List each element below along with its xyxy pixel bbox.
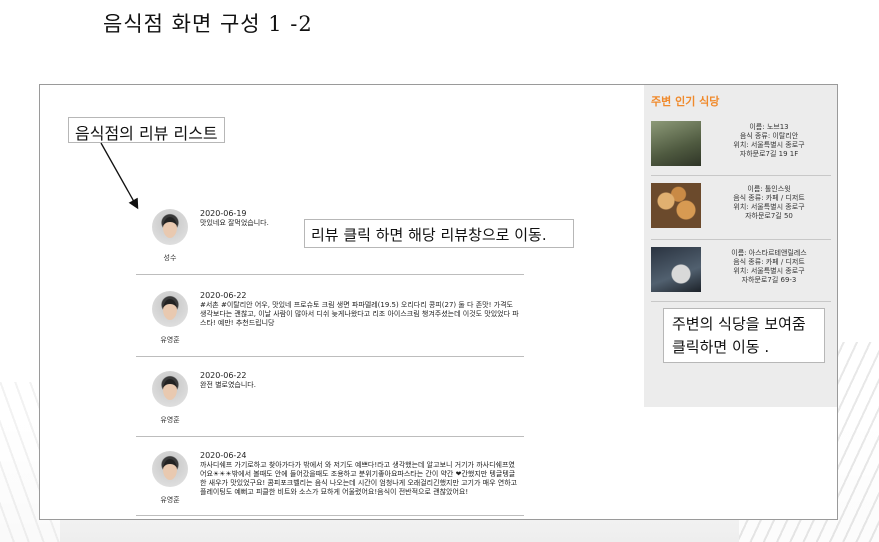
- annotation-line: 클릭하면 이동 .: [672, 338, 770, 356]
- slide-title: 음식점 화면 구성 1 -2: [103, 12, 313, 36]
- annotation-review-click: 리뷰 클릭 하면 해당 리뷰창으로 이동.: [304, 219, 574, 248]
- restaurant-screen-mockup: 성수 2020-06-19 맛있네요 잘먹었습니다. 유영훈 2020-06-2…: [39, 84, 838, 520]
- annotation-nearby-restaurants: 주변의 식당을 보여줌 클릭하면 이동 .: [663, 308, 825, 363]
- annotation-line: 주변의 식당을 보여줌: [672, 315, 806, 333]
- annotation-arrow: [100, 142, 139, 210]
